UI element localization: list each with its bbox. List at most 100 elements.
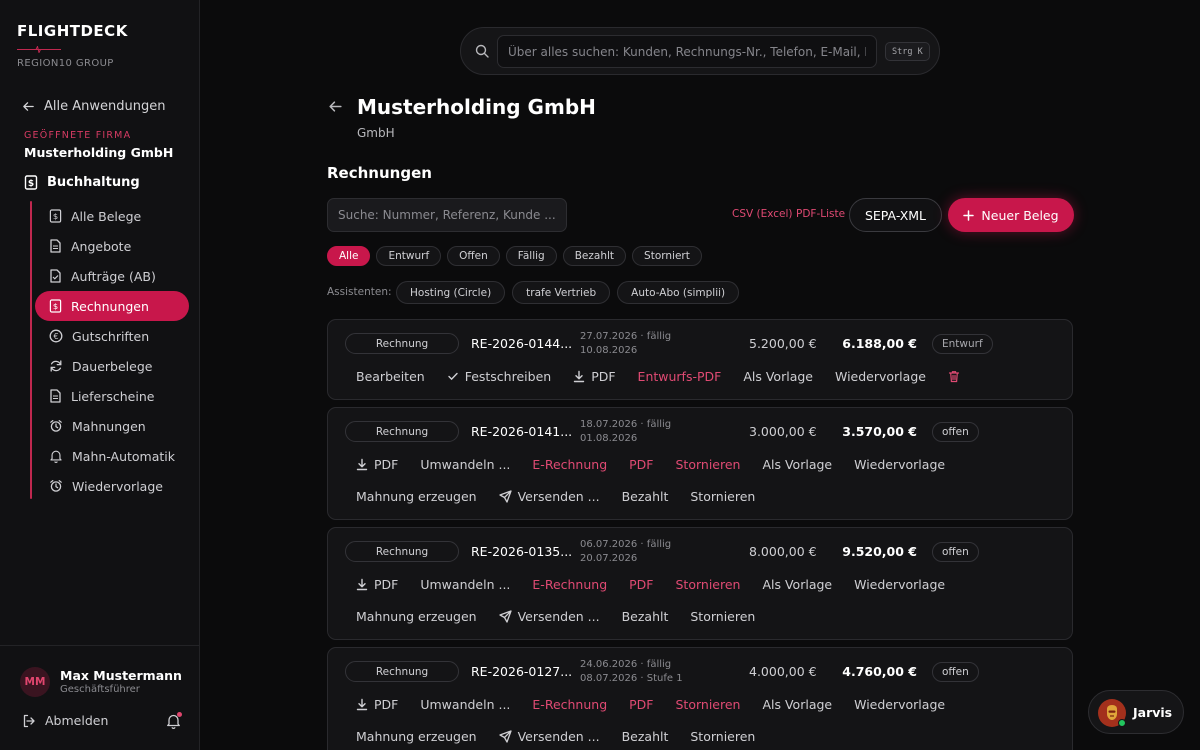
- net-amount: 3.000,00 €: [749, 424, 817, 439]
- action-e-rechnung-button[interactable]: E-Rechnung: [521, 693, 618, 715]
- action-stornieren-button[interactable]: Stornieren: [679, 485, 766, 507]
- sidebar-item-alle-belege[interactable]: $ Alle Belege: [35, 201, 189, 231]
- status-badge: offen: [932, 662, 979, 682]
- download-icon: [573, 370, 585, 383]
- sidebar-item-label: Dauerbelege: [72, 358, 153, 374]
- action-pdf-button[interactable]: PDF: [345, 573, 409, 595]
- filter-chip-faellig[interactable]: Fällig: [505, 246, 557, 266]
- filter-chip-offen[interactable]: Offen: [447, 246, 500, 266]
- filter-chip-bezahlt[interactable]: Bezahlt: [562, 246, 627, 266]
- action-label: PDF: [591, 368, 616, 384]
- sidebar-item-gutschriften[interactable]: € Gutschriften: [35, 321, 189, 351]
- action-mahnung-erzeugen-button[interactable]: Mahnung erzeugen: [345, 605, 488, 627]
- action-umwandeln-button[interactable]: Umwandeln ...: [409, 693, 521, 715]
- action-stornieren-button[interactable]: Stornieren: [665, 453, 752, 475]
- sidebar-item-rechnungen[interactable]: $ Rechnungen: [35, 291, 189, 321]
- action-stornieren-button[interactable]: Stornieren: [679, 725, 766, 747]
- sidebar-item-auftraege-ab[interactable]: Aufträge (AB): [35, 261, 189, 291]
- download-icon: [356, 578, 368, 591]
- action-als-vorlage-button[interactable]: Als Vorlage: [751, 453, 843, 475]
- invoice-actions: PDF Umwandeln ... E-Rechnung PDF Stornieren A…: [345, 453, 956, 475]
- action-bezahlt-button[interactable]: Bezahlt: [611, 725, 680, 747]
- sidebar-item-dauerbelege[interactable]: Dauerbelege: [35, 351, 189, 381]
- action-stornieren-button[interactable]: Stornieren: [679, 605, 766, 627]
- net-amount: 8.000,00 €: [749, 544, 817, 559]
- action-wiedervorlage-button[interactable]: Wiedervorlage: [843, 573, 956, 595]
- action-als-vorlage-button[interactable]: Als Vorlage: [732, 365, 824, 387]
- search-input[interactable]: [497, 35, 877, 68]
- action-als-vorlage-button[interactable]: Als Vorlage: [751, 573, 843, 595]
- logout-button[interactable]: Abmelden: [22, 713, 108, 728]
- action-e-rechnung-button[interactable]: E-Rechnung: [521, 453, 618, 475]
- action-wiedervorlage-button[interactable]: Wiedervorlage: [824, 365, 937, 387]
- action-umwandeln-button[interactable]: Umwandeln ...: [409, 453, 521, 475]
- invoice-search-input[interactable]: [327, 198, 567, 232]
- notifications-button[interactable]: [166, 712, 182, 733]
- invoice-card: Rechnung RE-2026-0135... 06.07.2026 · fäll…: [327, 527, 1073, 640]
- action-pdf-button[interactable]: PDF: [345, 453, 409, 475]
- action-mahnung-erzeugen-button[interactable]: Mahnung erzeugen: [345, 725, 488, 747]
- invoice-number[interactable]: RE-2026-0144...: [471, 336, 572, 351]
- action-bearbeiten-button[interactable]: Bearbeiten: [345, 365, 436, 387]
- new-document-button[interactable]: Neuer Beleg: [948, 198, 1074, 232]
- back-to-apps-link[interactable]: Alle Anwendungen: [22, 99, 165, 114]
- action-mahnung-erzeugen-button[interactable]: Mahnung erzeugen: [345, 485, 488, 507]
- delete-button[interactable]: [937, 365, 971, 387]
- avatar[interactable]: MM: [20, 667, 50, 697]
- invoice-actions: Bearbeiten Festschreiben PDF Entwurfs-PDF Al…: [345, 365, 971, 387]
- sidebar-item-angebote[interactable]: Angebote: [35, 231, 189, 261]
- brand[interactable]: FLIGHTDECK REGION10 GROUP: [17, 22, 128, 69]
- invoice-number[interactable]: RE-2026-0127...: [471, 664, 572, 679]
- invoice-number[interactable]: RE-2026-0141...: [471, 424, 572, 439]
- export-csv-link[interactable]: CSV (Excel): [732, 208, 793, 220]
- action-wiedervorlage-button[interactable]: Wiedervorlage: [843, 693, 956, 715]
- invoice-number[interactable]: RE-2026-0135...: [471, 544, 572, 559]
- filter-chip-alle[interactable]: Alle: [327, 246, 371, 266]
- action-entwurfs-pdf-button[interactable]: Entwurfs-PDF: [627, 365, 733, 387]
- back-button[interactable]: [328, 99, 343, 118]
- action-pdf-button[interactable]: PDF: [618, 693, 664, 715]
- jarvis-assistant-button[interactable]: Jarvis: [1088, 690, 1184, 734]
- sidebar-item-lieferscheine[interactable]: Lieferscheine: [35, 381, 189, 411]
- section-buchhaltung[interactable]: $ Buchhaltung: [24, 175, 140, 190]
- invoice-due-line: 20.07.2026: [580, 552, 638, 564]
- action-pdf-button[interactable]: PDF: [618, 573, 664, 595]
- action-bezahlt-button[interactable]: Bezahlt: [611, 605, 680, 627]
- filter-chip-storniert[interactable]: Storniert: [632, 246, 702, 266]
- action-bezahlt-button[interactable]: Bezahlt: [611, 485, 680, 507]
- invoice-date-line: 27.07.2026 · fällig: [580, 331, 672, 342]
- sidebar-item-label: Angebote: [71, 238, 132, 254]
- sidebar-nav: $ Alle Belege Angebote Aufträge (AB) $ Rechnu…: [35, 201, 189, 501]
- action-pdf-button[interactable]: PDF: [345, 693, 409, 715]
- assistant-chip[interactable]: Auto-Abo (simplii): [617, 281, 740, 304]
- action-pdf-button[interactable]: PDF: [618, 453, 664, 475]
- action-versenden-button[interactable]: Versenden ...: [488, 725, 611, 747]
- action-versenden-button[interactable]: Versenden ...: [488, 605, 611, 627]
- action-label: E-Rechnung: [532, 696, 608, 712]
- action-wiedervorlage-button[interactable]: Wiedervorlage: [843, 453, 956, 475]
- action-festschreiben-button[interactable]: Festschreiben: [436, 365, 563, 387]
- action-e-rechnung-button[interactable]: E-Rechnung: [521, 573, 618, 595]
- filter-chip-entwurf[interactable]: Entwurf: [376, 246, 442, 266]
- action-label: Umwandeln ...: [420, 576, 511, 592]
- sidebar-item-mahnungen[interactable]: Mahnungen: [35, 411, 189, 441]
- action-pdf-button[interactable]: PDF: [562, 365, 626, 387]
- sidebar-item-label: Mahnungen: [72, 418, 146, 434]
- net-amount: 4.000,00 €: [749, 664, 817, 679]
- section-title: Rechnungen: [327, 164, 432, 182]
- export-pdf-list-link[interactable]: PDF-Liste: [796, 208, 845, 220]
- action-umwandeln-button[interactable]: Umwandeln ...: [409, 573, 521, 595]
- action-label: Als Vorlage: [762, 456, 833, 472]
- action-stornieren-button[interactable]: Stornieren: [665, 693, 752, 715]
- action-stornieren-button[interactable]: Stornieren: [665, 573, 752, 595]
- sidebar-item-mahn-automatik[interactable]: Mahn-Automatik: [35, 441, 189, 471]
- action-label: Wiedervorlage: [854, 576, 946, 592]
- user-role: Geschäftsführer: [60, 684, 140, 695]
- sepa-xml-button[interactable]: SEPA-XML: [849, 198, 942, 232]
- assistant-chip[interactable]: Hosting (Circle): [396, 281, 506, 304]
- assistant-chip[interactable]: trafe Vertrieb: [512, 281, 611, 304]
- sidebar-item-wiedervorlage[interactable]: Wiedervorlage: [35, 471, 189, 501]
- action-als-vorlage-button[interactable]: Als Vorlage: [751, 693, 843, 715]
- action-versenden-button[interactable]: Versenden ...: [488, 485, 611, 507]
- action-label: Versenden ...: [517, 608, 600, 624]
